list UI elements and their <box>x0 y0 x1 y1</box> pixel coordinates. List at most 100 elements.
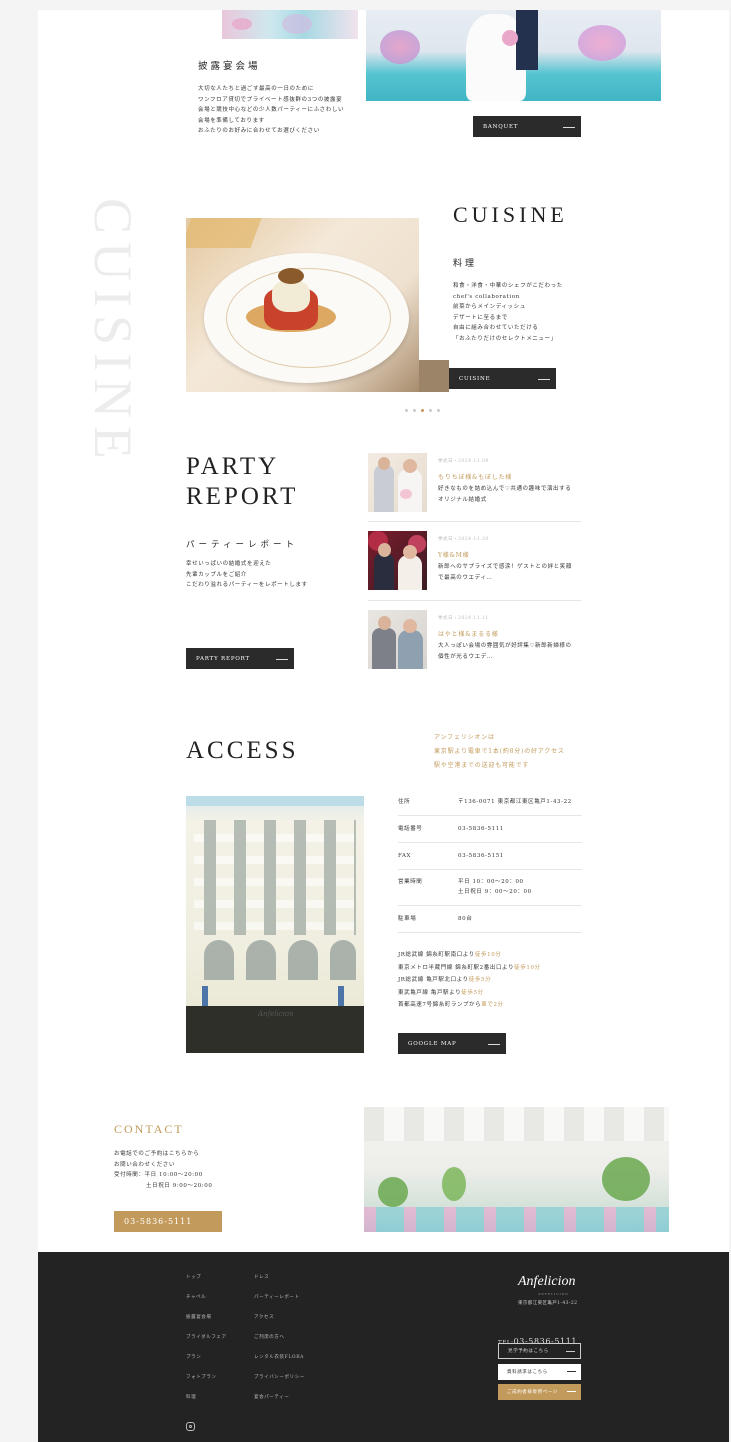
access-tagline-line: アンフェリシオンは <box>434 734 495 741</box>
party-line: こだわり溢れるパーティーをレポートします <box>186 582 308 588</box>
banquet-line: 会場と競技中心などの少人数パーティーにふさわしい <box>198 107 345 113</box>
brochure-request-button[interactable]: 資料請求はこちら <box>498 1364 581 1380</box>
footer-link[interactable]: ブライダルフェア <box>186 1334 227 1340</box>
cuisine-line: 自由に組み合わせていただける <box>453 325 539 331</box>
divider <box>398 815 582 816</box>
access-tagline: アンフェリシオンは 東京駅より電車で1本(約8分)の好アクセス 駅や空港までの送… <box>434 731 565 773</box>
carousel-dot-active[interactable] <box>421 409 424 412</box>
party-report-button[interactable]: PARTY REPORT <box>186 648 294 669</box>
footer-link[interactable]: フォトプラン <box>186 1374 217 1380</box>
footer-link[interactable]: チャペル <box>186 1294 206 1300</box>
cuisine-photo-shadow <box>419 360 449 392</box>
cuisine-button[interactable]: CUISINE <box>449 368 556 389</box>
carousel-dot[interactable] <box>429 409 432 412</box>
cuisine-line: 前菜からメインディッシュ <box>453 304 526 310</box>
google-map-button-label: GOOGLE MAP <box>408 1040 457 1047</box>
carousel-dot[interactable] <box>437 409 440 412</box>
report-description: 大人っぽい会場の雰囲気が好評集♡新郎新婦様の 個性が光るウエデ… <box>438 641 588 662</box>
report-desc-line: 好きなものを詰め込んで♡共通の趣味で演出する <box>438 486 572 492</box>
report-desc-line: 個性が光るウエデ… <box>438 653 493 660</box>
footer-link[interactable]: 宴会パーティー <box>254 1394 289 1400</box>
arrow-line-icon <box>488 1043 500 1045</box>
info-label: FAX <box>398 853 412 859</box>
report-desc-line: 新郎へのサプライズで感涙！ゲストとの絆と笑顔 <box>438 564 572 570</box>
divider <box>398 932 582 933</box>
footer-link[interactable]: 料理 <box>186 1394 196 1400</box>
info-value: 03-5836-5111 <box>458 826 504 832</box>
cuisine-subtitle: 料理 <box>453 259 478 269</box>
member-page-label: ご成約者様専用ページ <box>507 1390 558 1395</box>
banquet-line: ワンフロア貸切でプライベート感抜群の3つの披露宴 <box>198 96 343 103</box>
cuisine-description: 和食・洋食・中華のシェフがこだわった chef's collaboration … <box>453 281 603 344</box>
divider <box>398 842 582 843</box>
arrow-line-icon <box>538 378 550 380</box>
footer-link[interactable]: アクセス <box>254 1314 274 1320</box>
info-label: 住所 <box>398 799 411 805</box>
contact-line: お問い合わせください <box>114 1161 176 1168</box>
carousel-dot[interactable] <box>405 409 408 412</box>
carousel-dot[interactable] <box>413 409 416 412</box>
footer-link[interactable]: プライバシーポリシー <box>254 1374 305 1380</box>
divider <box>398 905 582 906</box>
party-report-button-label: PARTY REPORT <box>196 655 250 662</box>
footer-logo-sub: ANFELICION <box>538 1292 569 1296</box>
arrow-line-icon <box>566 1351 575 1352</box>
google-map-button[interactable]: GOOGLE MAP <box>398 1033 506 1054</box>
footer-link[interactable]: プラン <box>186 1354 201 1360</box>
footer-logo[interactable]: Anfelicion <box>518 1274 576 1290</box>
info-label: 営業時間 <box>398 879 423 885</box>
banquet-line: 会場を準備しております <box>198 117 265 124</box>
footer-link[interactable]: トップ <box>186 1274 201 1280</box>
cuisine-line: chef's collaboration <box>453 293 520 300</box>
report-thumbnail[interactable] <box>368 610 427 669</box>
report-title[interactable]: Y様&M様 <box>438 550 469 559</box>
footer: トップ チャペル 披露宴会場 ブライダルフェア プラン フォトプラン 料理 ドレ… <box>38 1252 729 1442</box>
instagram-icon[interactable] <box>186 1422 195 1431</box>
access-tagline-line: 駅や空港までの送迎も可能です <box>434 762 530 769</box>
footer-link[interactable]: 披露宴会場 <box>186 1314 212 1320</box>
footer-link[interactable]: ご列席の方へ <box>254 1334 285 1340</box>
info-value: 03-5836-5151 <box>458 853 504 859</box>
divider <box>398 869 582 870</box>
cuisine-button-label: CUISINE <box>459 375 491 382</box>
route-time: 徒歩10分 <box>514 964 541 971</box>
report-title[interactable]: もりちぼ様&もぼした様 <box>438 472 512 481</box>
party-line: 幸せいっぱいの結婚式を迎えた <box>186 561 272 567</box>
info-value: 土日祝日 9：00〜20：00 <box>458 889 532 895</box>
visit-reservation-label: 見学予約はこちら <box>508 1349 549 1354</box>
cuisine-vertical-text: CUISINE <box>83 198 143 467</box>
info-value: 80台 <box>458 916 473 922</box>
footer-link[interactable]: パーティーレポート <box>254 1294 300 1300</box>
banquet-button[interactable]: BANQUET <box>473 116 581 137</box>
route-line: JR総武線 亀戸駅北口より徒歩5分 <box>398 974 598 987</box>
party-description: 幸せいっぱいの結婚式を迎えた 先輩カップルをご紹介 こだわり溢れるパーティーをレ… <box>186 559 356 591</box>
party-line: 先輩カップルをご紹介 <box>186 571 248 578</box>
cuisine-title: CUISINE <box>453 202 568 227</box>
report-desc-line: で最高のウエディ… <box>438 574 493 581</box>
access-title: ACCESS <box>186 737 299 764</box>
contact-phone-button[interactable]: 03-5836-5111 <box>114 1211 222 1232</box>
report-thumbnail[interactable] <box>368 531 427 590</box>
route-time: 車で2分 <box>481 1002 504 1009</box>
report-title[interactable]: はやと様&まるる様 <box>438 629 499 638</box>
member-page-button[interactable]: ご成約者様専用ページ <box>498 1384 581 1400</box>
arrow-line-icon <box>567 1371 576 1372</box>
divider <box>368 600 581 601</box>
route-line: 東武亀戸線 亀戸駅より徒歩5分 <box>398 987 598 1000</box>
cuisine-line: 和食・洋食・中華のシェフがこだわった <box>453 283 563 289</box>
footer-link[interactable]: レンタル衣装FLORA <box>254 1354 304 1360</box>
route-text: 東京メトロ半蔵門線 錦糸町駅2番出口より <box>398 964 515 971</box>
visit-reservation-button[interactable]: 見学予約はこちら <box>498 1343 581 1359</box>
brochure-request-label: 資料請求はこちら <box>507 1370 548 1375</box>
party-title-line: PARTY <box>186 453 280 480</box>
info-label: 駐車場 <box>398 916 417 922</box>
footer-link[interactable]: ドレス <box>254 1274 269 1280</box>
route-text: 首都高速7号錦糸町ランプから <box>398 1002 482 1009</box>
route-time: 徒歩5分 <box>468 977 492 984</box>
party-title-line: REPORT <box>186 483 299 510</box>
report-date: 挙式日・2024.11.11 <box>438 616 489 621</box>
banquet-photo-right <box>366 10 661 101</box>
arrow-line-icon <box>563 126 575 128</box>
banquet-button-label: BANQUET <box>483 123 519 130</box>
report-thumbnail[interactable] <box>368 453 427 512</box>
